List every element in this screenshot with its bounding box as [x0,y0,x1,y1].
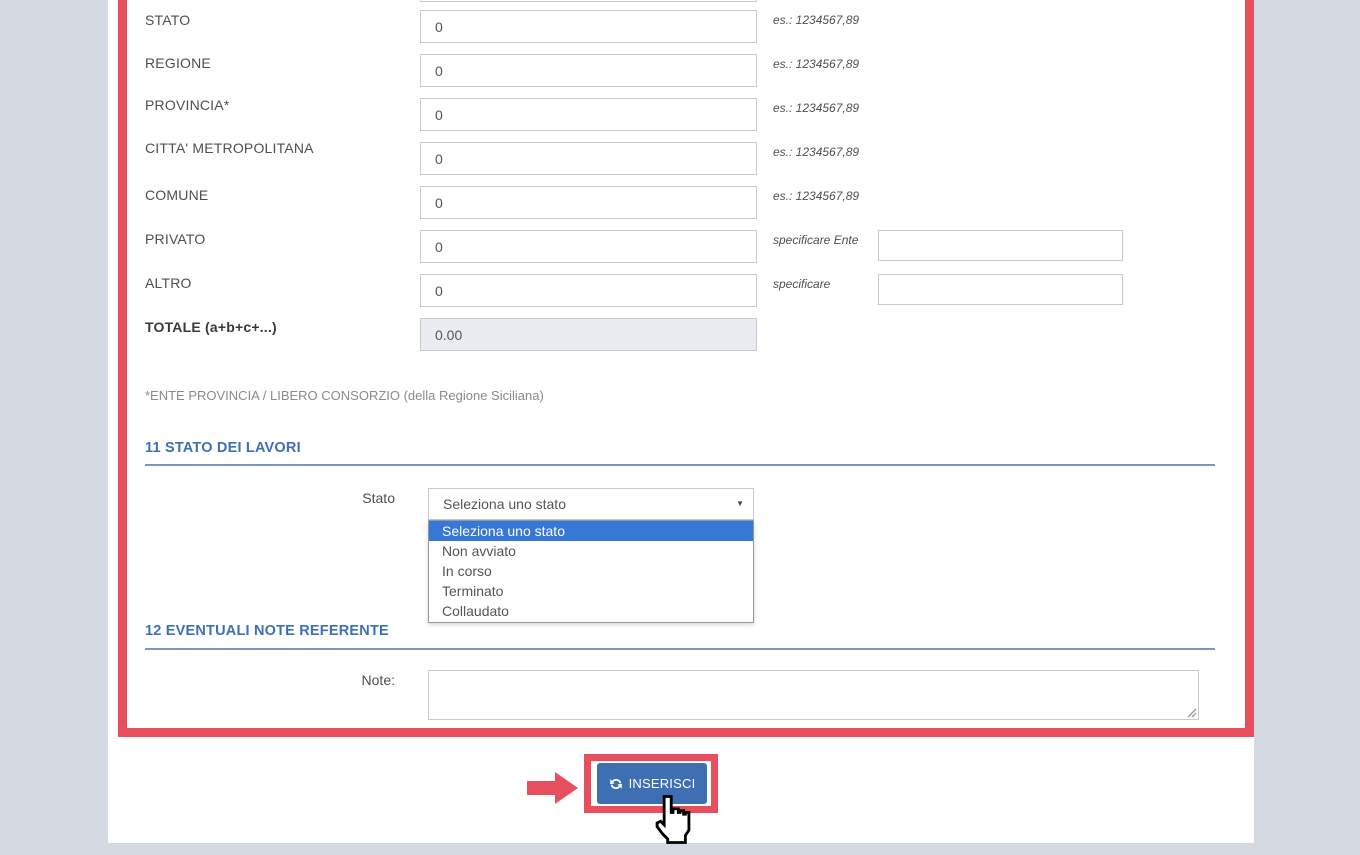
option-seleziona-uno-stato[interactable]: Seleziona uno stato [429,521,753,541]
section-divider [145,464,1215,466]
input-altro[interactable] [420,274,757,307]
inserisci-button-label: INSERISCI [629,776,696,791]
hint-specificare: specificare [773,277,830,291]
field-label-regione: REGIONE [145,55,410,71]
inserisci-button[interactable]: INSERISCI [597,763,707,804]
field-label-comune: COMUNE [145,187,410,203]
note-field-label: Note: [280,672,395,688]
field-label-provincia: PROVINCIA* [145,97,410,113]
cutoff-input-above[interactable] [420,0,757,2]
input-specificare-ente[interactable] [878,230,1123,261]
hint-comune: es.: 1234567,89 [773,189,859,203]
field-label-totale: TOTALE (a+b+c+...) [145,319,410,335]
input-regione[interactable] [420,54,757,87]
red-arrow-icon [527,772,578,804]
stato-dropdown-list: Seleziona uno stato Non avviato In corso… [428,520,754,623]
hint-provincia: es.: 1234567,89 [773,101,859,115]
caret-down-icon: ▼ [736,489,744,519]
refresh-icon [609,777,623,791]
stato-select-value: Seleziona uno stato [443,496,566,512]
option-collaudato[interactable]: Collaudato [429,601,753,621]
input-stato[interactable] [420,10,757,43]
field-label-citta-metropolitana: CITTA' METROPOLITANA [145,140,410,156]
hint-specificare-ente: specificare Ente [773,233,858,247]
hint-regione: es.: 1234567,89 [773,57,859,71]
note-textarea[interactable] [428,670,1199,720]
input-comune[interactable] [420,186,757,219]
input-totale [420,318,757,351]
section-title-note-referente: 12 EVENTUALI NOTE REFERENTE [145,623,389,639]
section-divider [145,648,1215,650]
stato-select[interactable]: Seleziona uno stato ▼ [428,488,754,520]
page: STATO es.: 1234567,89 REGIONE es.: 12345… [0,0,1360,855]
section-title-stato-dei-lavori: 11 STATO DEI LAVORI [145,440,301,456]
option-in-corso[interactable]: In corso [429,561,753,581]
field-label-altro: ALTRO [145,275,410,291]
input-specificare[interactable] [878,274,1123,305]
field-label-stato: STATO [145,12,410,28]
hint-citta-metropolitana: es.: 1234567,89 [773,145,859,159]
option-non-avviato[interactable]: Non avviato [429,541,753,561]
input-provincia[interactable] [420,98,757,131]
footnote-ente-provincia: *ENTE PROVINCIA / LIBERO CONSORZIO (dell… [145,388,544,403]
input-privato[interactable] [420,230,757,263]
stato-field-label: Stato [280,490,395,506]
option-terminato[interactable]: Terminato [429,581,753,601]
field-label-privato: PRIVATO [145,231,410,247]
input-citta-metropolitana[interactable] [420,142,757,175]
hint-stato: es.: 1234567,89 [773,13,859,27]
